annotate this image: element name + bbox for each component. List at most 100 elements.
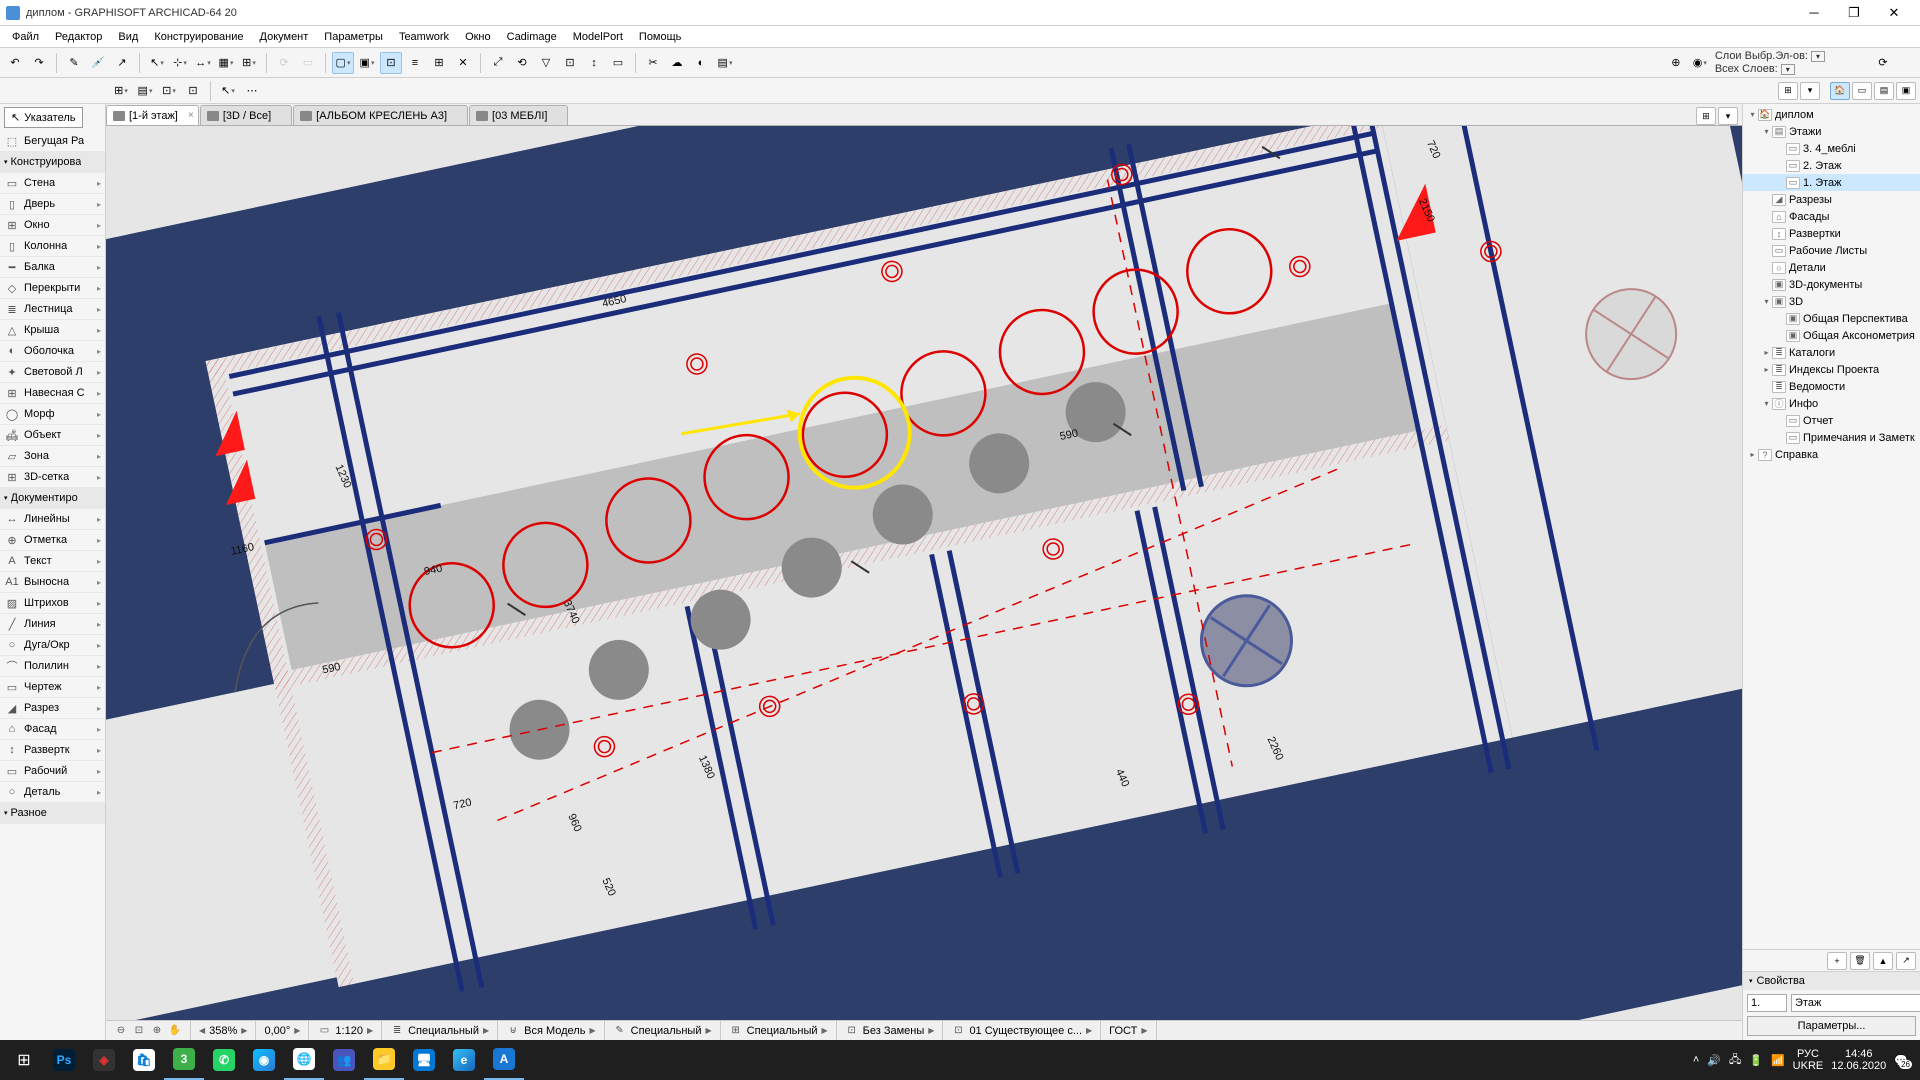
tool-Колонна[interactable]: ▯Колонна▸ xyxy=(0,236,105,257)
status-opt6[interactable]: 01 Существующее с... xyxy=(969,1025,1082,1037)
nav-item[interactable]: ▾ⓘИнфо xyxy=(1743,395,1920,412)
pan-icon[interactable]: ✋ xyxy=(168,1024,182,1038)
expand-icon[interactable]: ▾ xyxy=(1761,127,1772,136)
lock-angle-button[interactable]: ⟳ xyxy=(273,52,295,74)
expand-icon[interactable]: ▾ xyxy=(1761,297,1772,306)
tab[interactable]: [1-й этаж]× xyxy=(106,105,199,125)
nav-item[interactable]: ▣Общая Аксонометрия xyxy=(1743,327,1920,344)
menu-параметры[interactable]: Параметры xyxy=(316,29,391,45)
tool-Балка[interactable]: ━Балка▸ xyxy=(0,257,105,278)
all-layers-toggle[interactable]: ▾ xyxy=(1781,64,1795,75)
status-opt1[interactable]: Специальный xyxy=(408,1025,479,1037)
tray-language[interactable]: РУС UKRE xyxy=(1793,1048,1824,1072)
expand-icon[interactable]: ▸ xyxy=(1747,450,1758,459)
option6-button[interactable]: ⋯ xyxy=(241,80,263,102)
nav-item[interactable]: ▭1. Этаж xyxy=(1743,174,1920,191)
props-settings-button[interactable]: Параметры... xyxy=(1747,1016,1916,1036)
tool-Выносна[interactable]: A1Выносна▸ xyxy=(0,572,105,593)
task-chrome[interactable]: 🌐 xyxy=(284,1040,324,1080)
layer-sel-toggle[interactable]: ▾ xyxy=(1811,51,1825,62)
tool-Линия[interactable]: ╱Линия▸ xyxy=(0,614,105,635)
status-opt5[interactable]: Без Замены xyxy=(863,1025,925,1037)
tray-up-icon[interactable]: ˄ xyxy=(1693,1054,1699,1066)
close-button[interactable]: ✕ xyxy=(1874,0,1914,26)
start-button[interactable]: ⊞ xyxy=(4,1040,44,1080)
distribute-button[interactable]: ⊞ xyxy=(428,52,450,74)
tray-wifi-icon[interactable]: 📶 xyxy=(1771,1054,1785,1067)
task-sketchup[interactable]: 3 xyxy=(164,1040,204,1080)
tab-close-button[interactable]: × xyxy=(188,110,194,121)
menu-вид[interactable]: Вид xyxy=(110,29,146,45)
task-whatsapp[interactable]: ✆ xyxy=(204,1040,244,1080)
menu-помощь[interactable]: Помощь xyxy=(631,29,690,45)
elevate-button[interactable]: ↕ xyxy=(583,52,605,74)
tool-Штрихов[interactable]: ▨Штрихов▸ xyxy=(0,593,105,614)
nav-view-button[interactable]: ▭ xyxy=(1852,82,1872,100)
trace-ref-button[interactable]: ⊕ xyxy=(1665,52,1687,74)
expand-icon[interactable]: ▸ xyxy=(1761,348,1772,357)
zoom-fit-icon[interactable]: ⊡ xyxy=(132,1024,146,1038)
tool-Развертк[interactable]: ↕Развертк▸ xyxy=(0,740,105,761)
guide-mode-button[interactable]: ↔ xyxy=(192,52,214,74)
tab[interactable]: [03 МЕБЛІ] xyxy=(469,105,568,125)
nav-item[interactable]: ≣Ведомости xyxy=(1743,378,1920,395)
eyedropper-button[interactable]: ✎ xyxy=(63,52,85,74)
tab[interactable]: [3D / Все] xyxy=(200,105,292,125)
tool-Окно[interactable]: ⊞Окно▸ xyxy=(0,215,105,236)
nav-publisher-button[interactable]: ▣ xyxy=(1896,82,1916,100)
task-teams[interactable]: 👥 xyxy=(324,1040,364,1080)
tool-Морф[interactable]: ◯Морф▸ xyxy=(0,404,105,425)
system-tray[interactable]: ˄ 🔊 🖧 🔋 📶 РУС UKRE 14:46 12.06.2020 💬26 xyxy=(1685,1048,1916,1072)
status-opt4[interactable]: Специальный xyxy=(747,1025,818,1037)
nav-item[interactable]: ▭Отчет xyxy=(1743,412,1920,429)
grid-snap-button[interactable]: ▦ xyxy=(215,52,237,74)
expand-icon[interactable]: ▾ xyxy=(1761,399,1772,408)
nav-item[interactable]: ○Детали xyxy=(1743,259,1920,276)
maximize-button[interactable]: ❐ xyxy=(1834,0,1874,26)
zoom-out-icon[interactable]: ⊖ xyxy=(114,1024,128,1038)
tray-battery-icon[interactable]: 🔋 xyxy=(1749,1054,1763,1067)
nav-project-button[interactable]: 🏠 xyxy=(1830,82,1850,100)
minimize-button[interactable]: ─ xyxy=(1794,0,1834,26)
menu-файл[interactable]: Файл xyxy=(4,29,47,45)
measure-button[interactable]: ↗ xyxy=(111,52,133,74)
tabstrip-button[interactable]: ▾ xyxy=(1718,107,1738,125)
group-button[interactable]: ▣ xyxy=(356,52,378,74)
nav-item[interactable]: ▭2. Этаж xyxy=(1743,157,1920,174)
trace-button[interactable]: ▭ xyxy=(297,52,319,74)
menu-редактор[interactable]: Редактор xyxy=(47,29,110,45)
cursor-mode-button[interactable]: ↖ xyxy=(146,52,168,74)
option5-button[interactable]: ↖ xyxy=(217,80,239,102)
marquee-tool[interactable]: ⬚ Бегущая Ра xyxy=(0,131,105,152)
tool-Объект[interactable]: 🛋Объект▸ xyxy=(0,425,105,446)
menu-конструирование[interactable]: Конструирование xyxy=(146,29,251,45)
nav-item[interactable]: ▸≣Каталоги xyxy=(1743,344,1920,361)
tool-Навесная С[interactable]: ⊞Навесная С▸ xyxy=(0,383,105,404)
zoom-value[interactable]: 358% xyxy=(209,1025,237,1037)
nav-ext-button[interactable]: ↗ xyxy=(1896,952,1916,970)
tool-Рабочий[interactable]: ▭Рабочий▸ xyxy=(0,761,105,782)
status-opt2[interactable]: Вся Модель xyxy=(524,1025,585,1037)
menu-modelport[interactable]: ModelPort xyxy=(565,29,631,45)
tool-Линейны[interactable]: ↔Линейны▸ xyxy=(0,509,105,530)
tool-Стена[interactable]: ▭Стена▸ xyxy=(0,173,105,194)
status-opt7[interactable]: ГОСТ xyxy=(1109,1025,1137,1037)
task-desktop[interactable]: 🖥 xyxy=(404,1040,444,1080)
tool-Полилин[interactable]: ⌒Полилин▸ xyxy=(0,656,105,677)
menu-cadimage[interactable]: Cadimage xyxy=(499,29,565,45)
props-header[interactable]: Свойства xyxy=(1743,972,1920,990)
expand-icon[interactable]: ▾ xyxy=(1747,110,1758,119)
tray-notifications[interactable]: 💬26 xyxy=(1894,1054,1908,1067)
props-name-input[interactable] xyxy=(1791,994,1920,1012)
nav-item[interactable]: ▾▤Этажи xyxy=(1743,123,1920,140)
toolbox-misc-header[interactable]: Разное xyxy=(0,803,105,824)
status-opt3[interactable]: Специальный xyxy=(631,1025,702,1037)
nav-item[interactable]: ▾🏠диплом xyxy=(1743,106,1920,123)
tab[interactable]: [АЛЬБОМ КРЕСЛЕНЬ А3] xyxy=(293,105,468,125)
task-edge1[interactable]: ◉ xyxy=(244,1040,284,1080)
nav-item[interactable]: ▭Рабочие Листы xyxy=(1743,242,1920,259)
menu-документ[interactable]: Документ xyxy=(252,29,317,45)
nav-item[interactable]: ▭3. 4_меблі xyxy=(1743,140,1920,157)
scale-value[interactable]: 1:120 xyxy=(335,1025,363,1037)
align-button[interactable]: ≡ xyxy=(404,52,426,74)
